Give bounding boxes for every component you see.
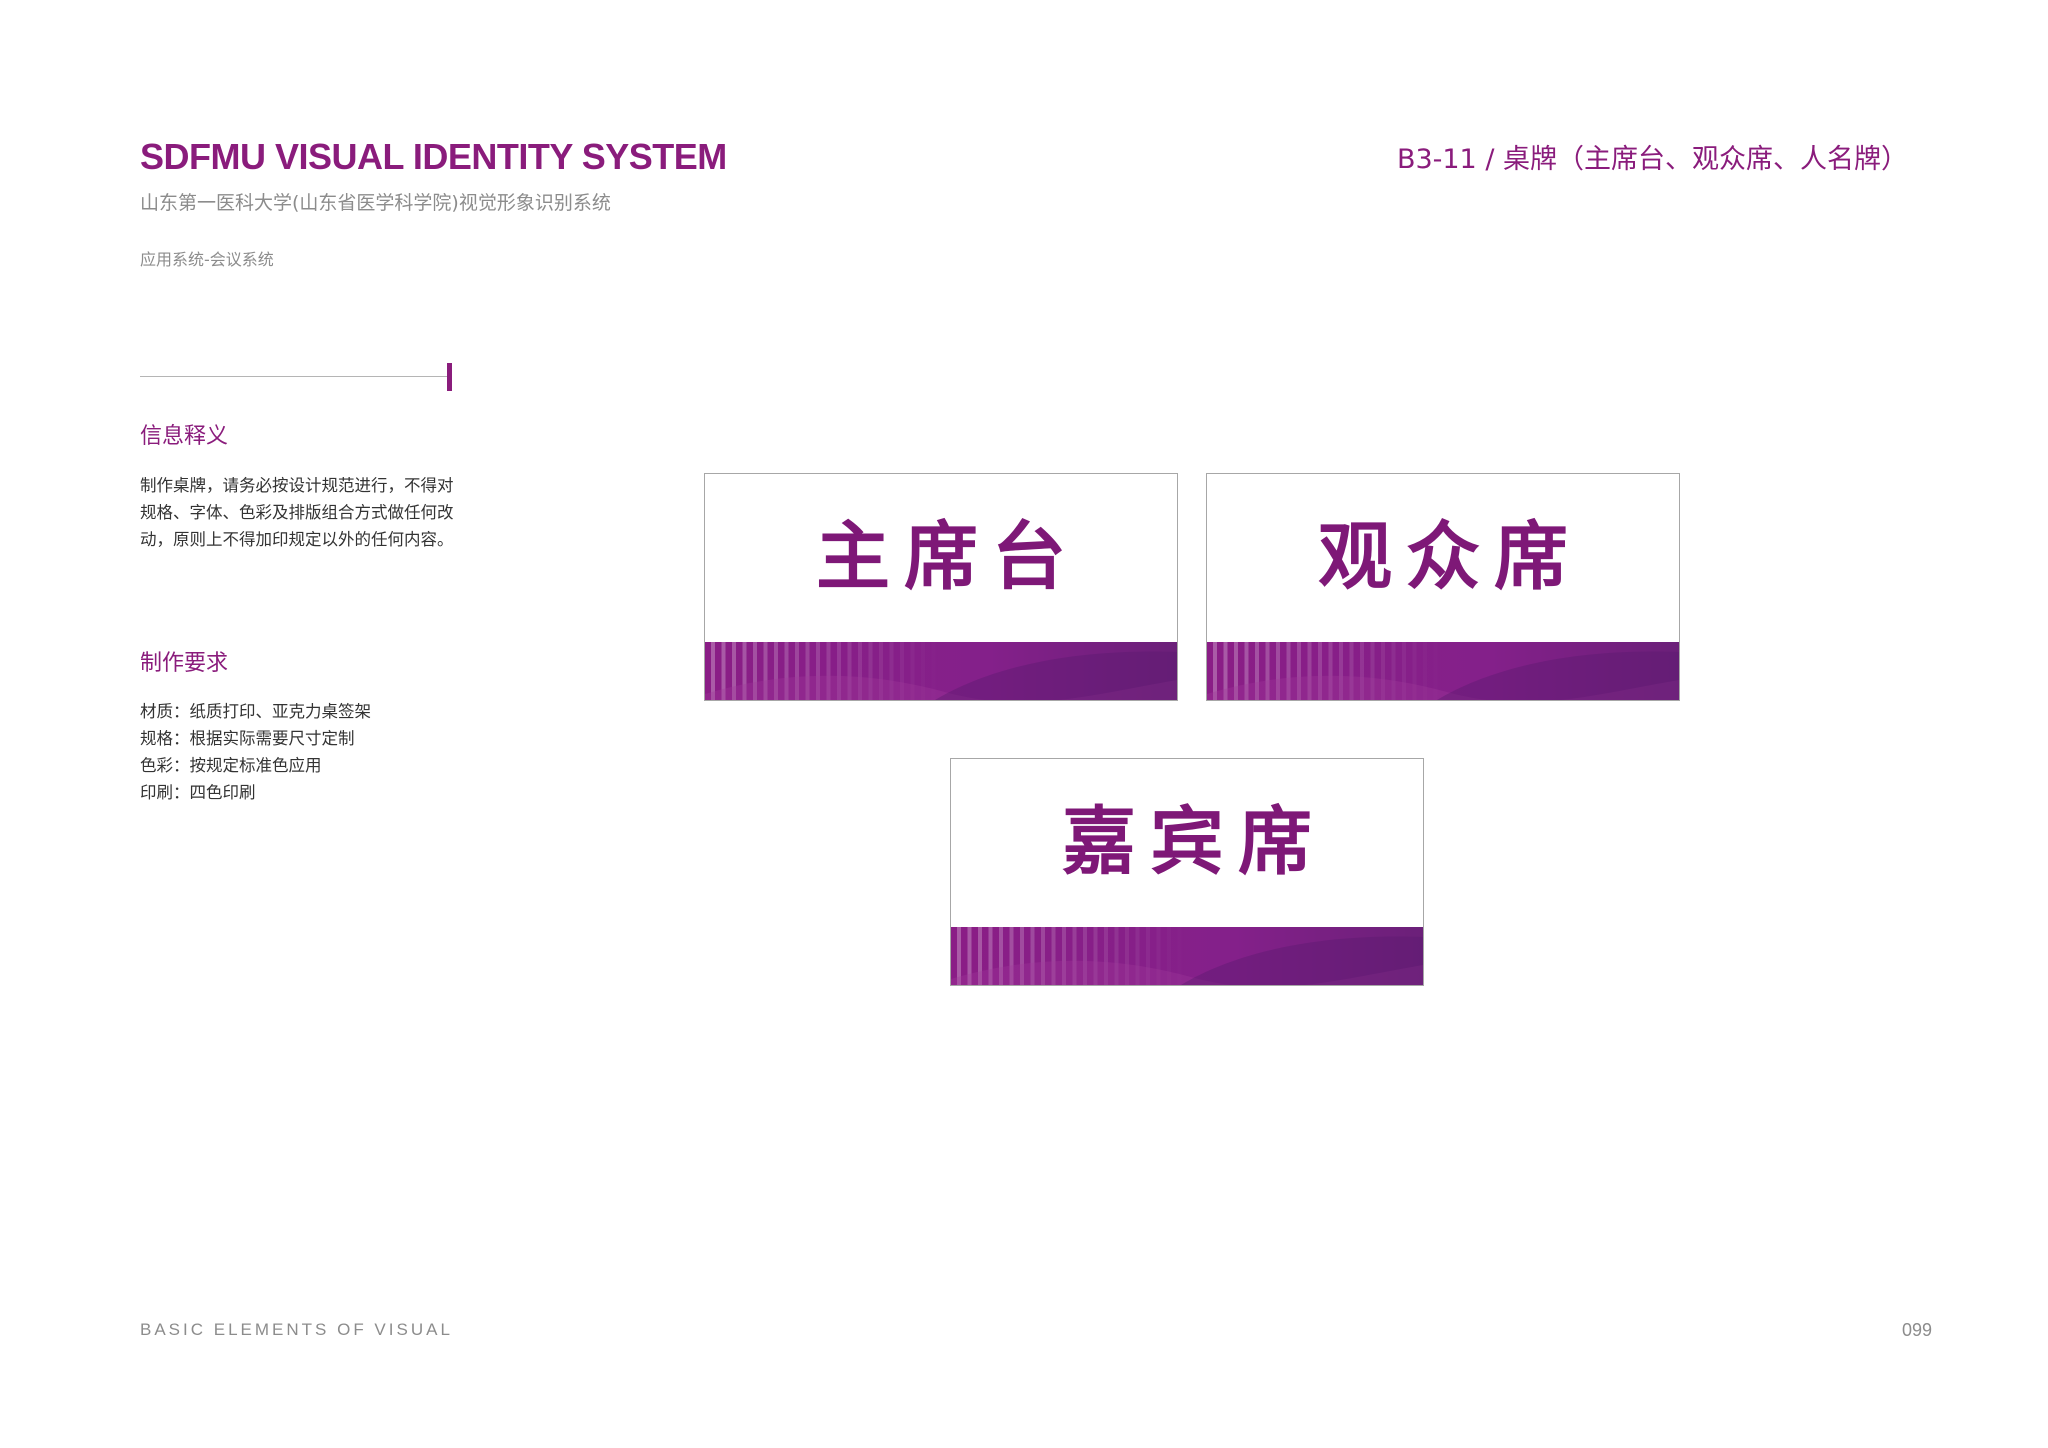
requirement-item: 材质：纸质打印、亚克力桌签架 [140, 702, 371, 721]
requirement-item: 规格：根据实际需要尺寸定制 [140, 729, 355, 748]
table-sign-guest: 嘉宾席 [950, 758, 1424, 986]
requirement-item: 色彩：按规定标准色应用 [140, 756, 322, 775]
brand-subtitle: 山东第一医科大学(山东省医学科学院)视觉形象识别系统 [140, 192, 611, 214]
sign-label: 嘉宾席 [1062, 799, 1326, 885]
requirements-list: 材质：纸质打印、亚克力桌签架 规格：根据实际需要尺寸定制 色彩：按规定标准色应用… [140, 698, 371, 806]
requirements-heading: 制作要求 [140, 651, 229, 676]
info-text: 制作桌牌，请务必按设计规范进行，不得对规格、字体、色彩及排版组合方式做任何改动，… [140, 476, 454, 549]
info-heading: 信息释义 [140, 424, 229, 449]
section-path: 应用系统-会议系统 [140, 250, 274, 269]
requirement-item: 印刷：四色印刷 [140, 783, 256, 802]
table-sign-audience: 观众席 [1206, 473, 1680, 701]
sidebar-divider-line [140, 376, 448, 377]
footer-caption: BASIC ELEMENTS OF VISUAL [140, 1320, 453, 1339]
sign-purple-band [1207, 642, 1679, 700]
sign-purple-band [705, 642, 1177, 700]
table-sign-chairman: 主席台 [704, 473, 1178, 701]
page-number: 099 [1901, 1320, 1932, 1340]
page-code-title: B3-11 / 桌牌（主席台、观众席、人名牌） [1396, 144, 1908, 175]
sign-label: 主席台 [816, 514, 1080, 600]
sidebar-divider-mark [447, 363, 452, 391]
sign-label: 观众席 [1318, 514, 1582, 600]
sign-purple-band [951, 927, 1423, 985]
brand-title: SDFMU VISUAL IDENTITY SYSTEM [140, 136, 727, 177]
